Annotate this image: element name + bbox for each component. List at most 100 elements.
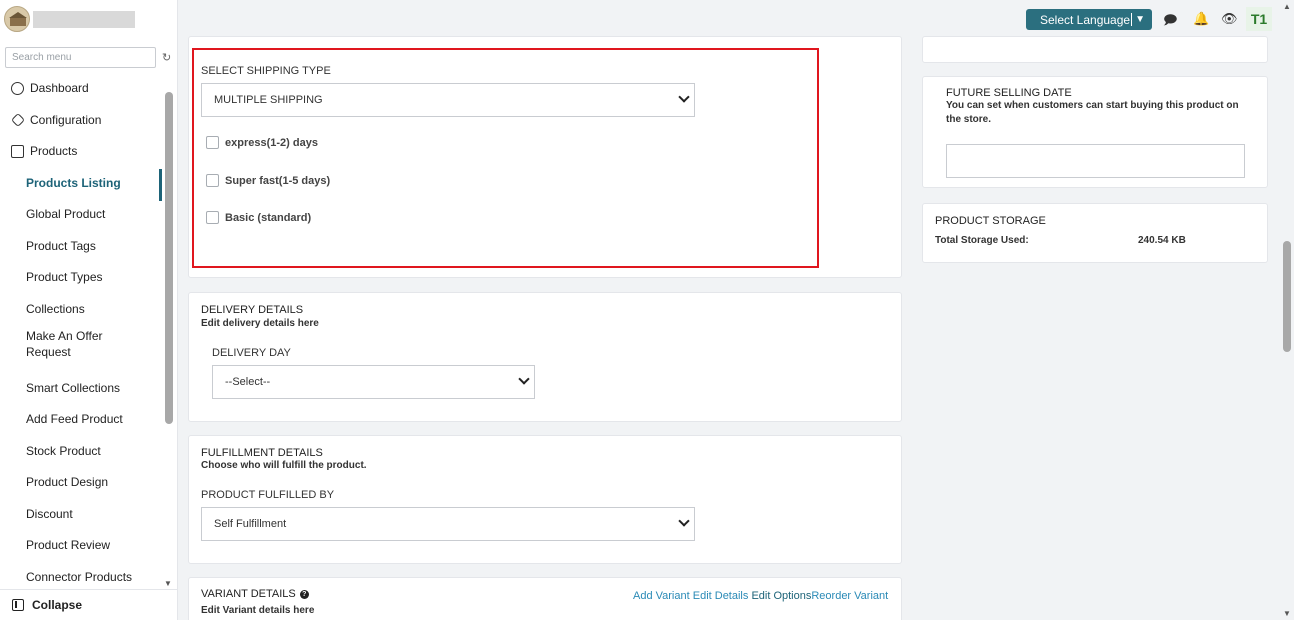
variant-card: VARIANT DETAILS ? Edit Variant details h…: [188, 577, 902, 620]
page-scrollbar[interactable]: ▲ ▼: [1280, 0, 1294, 620]
sidebar: ↻ Dashboard Configuration Products Produ…: [0, 0, 178, 620]
sidebar-item-label: Product Types: [26, 270, 103, 284]
eye-icon[interactable]: 👁: [1221, 11, 1238, 27]
sidebar-item-configuration[interactable]: Configuration: [0, 106, 162, 134]
fulfilled-by-select[interactable]: Self Fulfillment: [201, 507, 695, 541]
future-selling-card: FUTURE SELLING DATE You can set when cus…: [922, 76, 1268, 188]
scroll-down-icon[interactable]: ▼: [1283, 609, 1291, 618]
help-icon[interactable]: ?: [299, 589, 309, 599]
sidebar-item-smart-collections[interactable]: Smart Collections: [0, 374, 162, 402]
edit-options-link[interactable]: Edit Options: [751, 590, 811, 602]
future-selling-description: You can set when customers can start buy…: [946, 100, 1239, 125]
delivery-day-select[interactable]: --Select--: [212, 365, 535, 399]
configuration-icon: [10, 112, 26, 128]
sidebar-item-add-feed-product[interactable]: Add Feed Product: [0, 405, 162, 433]
sidebar-item-product-design[interactable]: Product Design: [0, 468, 162, 496]
sidebar-item-label: Smart Collections: [26, 381, 121, 395]
main-content: Select Language ▼ 🗩 🔔 👁 T1 SELECT SHIPPI…: [178, 0, 1280, 620]
variant-title-text: VARIANT DETAILS: [201, 588, 296, 600]
future-selling-title: FUTURE SELLING DATE: [946, 87, 1072, 99]
sidebar-item-dashboard[interactable]: Dashboard: [0, 74, 162, 102]
shipping-option-label: Basic (standard): [225, 211, 312, 224]
refresh-icon[interactable]: ↻: [162, 51, 171, 64]
page-scrollbar-thumb[interactable]: [1283, 241, 1291, 352]
shipping-type-value: MULTIPLE SHIPPING: [214, 94, 323, 106]
sidebar-item-label: Connector Products: [26, 570, 133, 584]
collapse-label: Collapse: [32, 598, 83, 612]
sidebar-item-label: Discount: [26, 507, 73, 521]
delivery-day-label: DELIVERY DAY: [212, 347, 291, 359]
brand[interactable]: [4, 6, 135, 32]
shipping-option-express[interactable]: express(1-2) days: [206, 136, 318, 149]
sidebar-item-product-types[interactable]: Product Types: [0, 263, 162, 291]
checkbox[interactable]: [206, 174, 219, 187]
sidebar-item-label: Collections: [26, 302, 85, 316]
shipping-option-basic[interactable]: Basic (standard): [206, 211, 311, 224]
products-icon: [11, 144, 24, 158]
menu-search: ↻: [5, 47, 171, 68]
sidebar-item-label: Dashboard: [30, 81, 89, 95]
delivery-day-value: --Select--: [225, 376, 271, 388]
sidebar-item-label: Products Listing: [26, 176, 121, 190]
sidebar-item-products[interactable]: Products: [0, 137, 162, 165]
sidebar-item-label: Product Tags: [26, 239, 96, 253]
top-right-card: [922, 36, 1268, 63]
scroll-down-icon[interactable]: ▼: [164, 579, 172, 588]
collapse-button[interactable]: Collapse: [0, 589, 178, 620]
sidebar-item-connector-products[interactable]: Connector Products: [0, 563, 162, 591]
shipping-option-super-fast[interactable]: Super fast(1-5 days): [206, 174, 330, 187]
sidebar-scrollbar-thumb[interactable]: [165, 92, 173, 424]
shipping-card: SELECT SHIPPING TYPE MULTIPLE SHIPPING e…: [188, 36, 902, 278]
delivery-title: DELIVERY DETAILS: [201, 304, 304, 316]
divider: [1131, 13, 1133, 26]
sidebar-item-label: Make An Offer Request: [26, 329, 103, 359]
product-storage-card: PRODUCT STORAGE Total Storage Used: 240.…: [922, 203, 1268, 263]
store-name-redacted: [33, 10, 135, 28]
storage-used-value: 240.54 KB: [1138, 235, 1186, 246]
scroll-up-icon[interactable]: ▲: [1283, 2, 1291, 11]
future-selling-date-input[interactable]: [946, 144, 1245, 178]
fulfilled-by-label: PRODUCT FULFILLED BY: [201, 489, 335, 501]
sidebar-item-label: Product Review: [26, 538, 111, 552]
sidebar-item-label: Global Product: [26, 207, 106, 221]
avatar[interactable]: T1: [1246, 7, 1272, 31]
top-bar: Select Language ▼ 🗩 🔔 👁 T1: [178, 0, 1280, 41]
sidebar-item-label: Stock Product: [26, 444, 101, 458]
feedback-icon[interactable]: 🗩: [1163, 11, 1177, 33]
delivery-subtitle: Edit delivery details here: [201, 318, 319, 329]
checkbox[interactable]: [206, 211, 219, 224]
sidebar-item-products-listing[interactable]: Products Listing: [0, 169, 162, 201]
sidebar-item-collections[interactable]: Collections: [0, 295, 162, 323]
sidebar-item-make-an-offer-request[interactable]: Make An Offer Request: [0, 326, 120, 362]
shipping-option-label: express(1-2) days: [225, 136, 318, 149]
select-language-button[interactable]: Select Language ▼: [1026, 9, 1152, 30]
delivery-card: DELIVERY DETAILS Edit delivery details h…: [188, 292, 902, 422]
store-logo[interactable]: [4, 6, 30, 32]
sidebar-item-discount[interactable]: Discount: [0, 500, 162, 528]
fulfillment-subtitle: Choose who will fulfill the product.: [201, 460, 367, 471]
sidebar-scrollbar[interactable]: ▼: [164, 86, 174, 588]
variant-subtitle: Edit Variant details here: [201, 605, 315, 616]
shipping-type-select[interactable]: MULTIPLE SHIPPING: [201, 83, 695, 117]
reorder-variant-link[interactable]: Reorder Variant: [811, 590, 888, 602]
dashboard-icon: [11, 81, 24, 95]
sidebar-item-label: Products: [30, 144, 78, 158]
edit-details-link[interactable]: Edit Details: [693, 590, 749, 602]
product-storage-title: PRODUCT STORAGE: [935, 215, 1046, 227]
sidebar-item-label: Product Design: [26, 475, 109, 489]
sidebar-item-global-product[interactable]: Global Product: [0, 200, 162, 228]
search-menu-input[interactable]: [5, 47, 156, 68]
sidebar-item-stock-product[interactable]: Stock Product: [0, 437, 162, 465]
bell-icon[interactable]: 🔔: [1193, 11, 1209, 27]
checkbox[interactable]: [206, 136, 219, 149]
sidebar-item-product-tags[interactable]: Product Tags: [0, 232, 162, 260]
highlight-box: [192, 48, 819, 268]
add-variant-link[interactable]: Add Variant: [633, 590, 690, 602]
chevron-down-icon: [678, 91, 690, 103]
fulfilled-by-value: Self Fulfillment: [214, 518, 287, 530]
sidebar-item-label: Add Feed Product: [26, 412, 123, 426]
fulfillment-card: FULFILLMENT DETAILS Choose who will fulf…: [188, 435, 902, 564]
sidebar-item-label: Configuration: [30, 113, 102, 127]
shipping-type-label: SELECT SHIPPING TYPE: [201, 65, 331, 77]
sidebar-item-product-review[interactable]: Product Review: [0, 531, 162, 559]
